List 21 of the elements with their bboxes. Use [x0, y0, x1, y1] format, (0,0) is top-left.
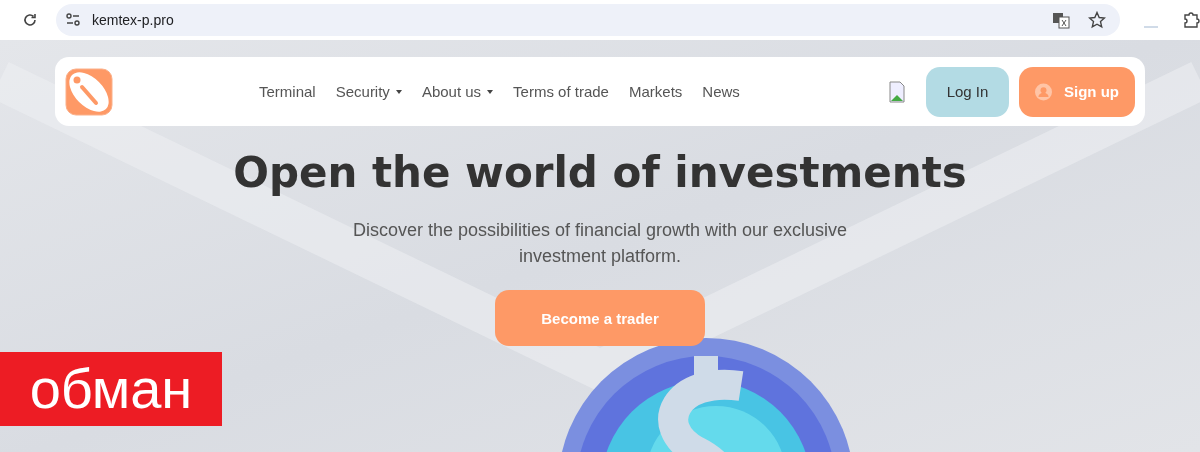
- broken-image-icon: [888, 80, 906, 103]
- star-icon[interactable]: [1088, 11, 1107, 29]
- nav-link[interactable]: Terminal: [259, 83, 316, 100]
- caret-icon[interactable]: [395, 89, 402, 94]
- nav-link[interactable]: Terms of trade: [513, 83, 609, 100]
- reload-icon[interactable]: [22, 12, 38, 28]
- address-bar[interactable]: kemtex-p.pro: [56, 4, 1121, 36]
- nav-link[interactable]: Markets: [628, 83, 683, 100]
- nav-link[interactable]: News: [702, 83, 740, 100]
- nav-link[interactable]: About us: [421, 83, 494, 100]
- hero-title: Open the world of investments: [233, 148, 967, 197]
- site-settings-icon[interactable]: [64, 11, 82, 29]
- nav-link[interactable]: Security: [335, 83, 402, 100]
- login-button[interactable]: Log In: [926, 66, 1009, 117]
- hero-subtitle: Discover the possibilities of financial growth with our exclusive investment platform.: [351, 219, 849, 268]
- url-text: kemtex-p.pro: [92, 12, 175, 28]
- caret-icon[interactable]: [487, 89, 494, 94]
- user-icon: [1035, 81, 1052, 102]
- scam-stamp: обман: [0, 352, 222, 426]
- translate-icon[interactable]: [1052, 11, 1071, 29]
- extensions-icon[interactable]: [1182, 11, 1200, 29]
